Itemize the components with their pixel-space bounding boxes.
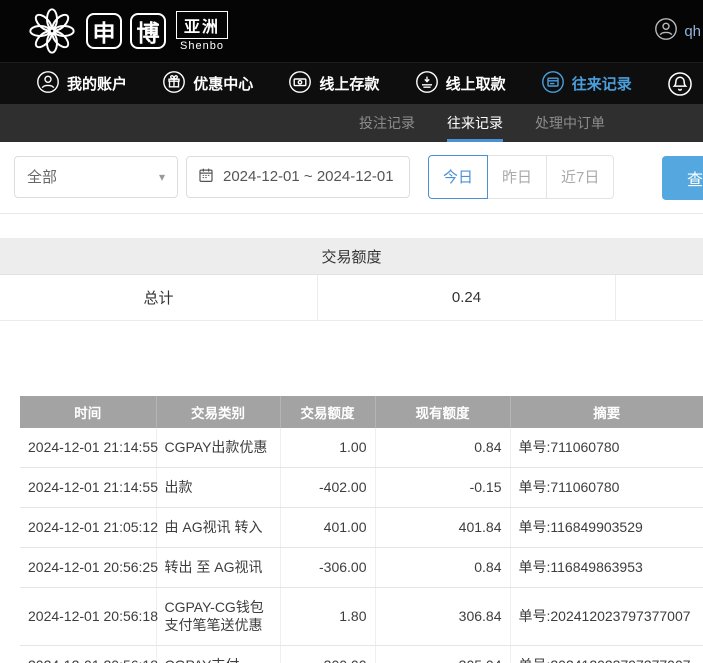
nav-item-my-account[interactable]: 我的账户 [36, 70, 127, 98]
search-button[interactable]: 查询 [662, 156, 703, 200]
summary-total-value: 0.24 [318, 275, 616, 320]
cell-summary: 单号:116849863953 [510, 547, 703, 587]
quick-date-group: 今日 昨日 近7日 [428, 155, 614, 199]
user-area: qh [654, 17, 701, 46]
yesterday-button[interactable]: 昨日 [487, 155, 547, 199]
username[interactable]: qh [684, 23, 701, 40]
nav-item-withdraw[interactable]: 线上取款 [415, 70, 506, 98]
nav-item-transaction-records[interactable]: 往来记录 [541, 70, 632, 98]
cell-summary: 单号:116849903529 [510, 507, 703, 547]
nav-item-deposit[interactable]: 线上存款 [288, 70, 379, 98]
brand-char-bo: 博 [130, 13, 166, 49]
cell-time: 2024-12-01 20:56:18 [20, 646, 156, 663]
table-row: 2024-12-01 20:56:25 转出 至 AG视讯 -306.00 0.… [20, 547, 703, 587]
header-time: 时间 [20, 396, 156, 428]
header-summary: 摘要 [510, 396, 703, 428]
summary-empty-cell [616, 275, 703, 320]
table-row: 2024-12-01 20:56:18 CGPAY-CG钱包支付笔笔送优惠 1.… [20, 587, 703, 646]
promo-icon [162, 70, 186, 98]
cell-type: CGPAY出款优惠 [156, 428, 280, 467]
table-row: 2024-12-01 21:14:55 CGPAY出款优惠 1.00 0.84 … [20, 428, 703, 467]
top-header: 申 博 亚洲 Shenbo qh [0, 0, 703, 62]
cell-type: 出款 [156, 467, 280, 507]
cell-time: 2024-12-01 20:56:18 [20, 587, 156, 646]
cell-summary: 单号:711060780 [510, 428, 703, 467]
table-header-row: 时间 交易类别 交易额度 现有额度 摘要 [20, 396, 703, 428]
tab-processing-orders[interactable]: 处理中订单 [535, 104, 605, 142]
last-7-days-button[interactable]: 近7日 [546, 155, 614, 199]
cell-type: 由 AG视讯 转入 [156, 507, 280, 547]
cell-time: 2024-12-01 21:14:55 [20, 467, 156, 507]
nav-item-label: 我的账户 [67, 73, 127, 94]
nav-item-promo-center[interactable]: 优惠中心 [162, 70, 253, 98]
brand-char-shen: 申 [86, 13, 122, 49]
today-button[interactable]: 今日 [428, 155, 488, 199]
records-subnav: 投注记录 往来记录 处理中订单 [0, 104, 703, 142]
cell-amount: -306.00 [280, 547, 375, 587]
records-icon [541, 70, 565, 98]
table-row: 2024-12-01 20:56:18 CGPAY支付 300.00 305.0… [20, 646, 703, 663]
summary-table: 交易额度 总计 0.24 [0, 238, 703, 321]
cell-type: 转出 至 AG视讯 [156, 547, 280, 587]
main-nav: 我的账户 优惠中心 线上存款 [0, 62, 703, 104]
transactions-table: 时间 交易类别 交易额度 现有额度 摘要 2024-12-01 21:14:55… [20, 396, 703, 663]
nav-item-label: 线上取款 [446, 73, 506, 94]
cell-time: 2024-12-01 21:14:55 [20, 428, 156, 467]
cell-summary: 单号:202412023797377007 [510, 587, 703, 646]
cell-amount: -402.00 [280, 467, 375, 507]
type-select[interactable]: 全部 ▾ [14, 156, 178, 198]
cell-amount: 1.00 [280, 428, 375, 467]
header-type: 交易类别 [156, 396, 280, 428]
tab-label: 投注记录 [359, 113, 415, 133]
cell-balance: 0.84 [375, 547, 510, 587]
cell-balance: 306.84 [375, 587, 510, 646]
cell-type: CGPAY-CG钱包支付笔笔送优惠 [156, 587, 280, 646]
table-row: 2024-12-01 21:05:12 由 AG视讯 转入 401.00 401… [20, 507, 703, 547]
date-range-input[interactable]: 2024-12-01 ~ 2024-12-01 [186, 156, 410, 198]
page: 申 博 亚洲 Shenbo qh [0, 0, 703, 663]
cell-balance: 0.84 [375, 428, 510, 467]
tab-label: 往来记录 [447, 113, 503, 133]
cell-amount: 1.80 [280, 587, 375, 646]
deposit-icon [288, 70, 312, 98]
type-select-value: 全部 [27, 166, 57, 187]
filter-bar: 全部 ▾ 2024-12-01 ~ 2024-12-01 今日 昨日 近7日 查… [0, 142, 703, 214]
cell-balance: -0.15 [375, 467, 510, 507]
cell-summary: 单号:711060780 [510, 467, 703, 507]
date-range-value: 2024-12-01 ~ 2024-12-01 [223, 168, 394, 185]
nav-item-label: 优惠中心 [193, 73, 253, 94]
user-avatar-icon[interactable] [654, 17, 678, 46]
lotus-logo-icon [26, 5, 78, 57]
summary-header: 交易额度 [0, 238, 703, 275]
cell-time: 2024-12-01 20:56:25 [20, 547, 156, 587]
header-balance: 现有额度 [375, 396, 510, 428]
brand-subtitle: Shenbo [180, 40, 224, 52]
cell-balance: 401.84 [375, 507, 510, 547]
cell-time: 2024-12-01 21:05:12 [20, 507, 156, 547]
cell-type: CGPAY支付 [156, 646, 280, 663]
calendar-icon [197, 166, 215, 188]
cell-balance: 305.04 [375, 646, 510, 663]
table-row: 2024-12-01 21:14:55 出款 -402.00 -0.15 单号:… [20, 467, 703, 507]
summary-total-label: 总计 [0, 275, 318, 320]
cell-summary: 单号:202412023797377007 [510, 646, 703, 663]
summary-total-row: 总计 0.24 [0, 275, 703, 321]
nav-item-label: 往来记录 [572, 73, 632, 94]
account-icon [36, 70, 60, 98]
withdraw-icon [415, 70, 439, 98]
nav-item-label: 线上存款 [319, 73, 379, 94]
cell-amount: 401.00 [280, 507, 375, 547]
cell-amount: 300.00 [280, 646, 375, 663]
chevron-down-icon: ▾ [159, 170, 165, 184]
tab-label: 处理中订单 [535, 113, 605, 133]
brand-logo[interactable]: 申 博 亚洲 Shenbo [26, 5, 228, 57]
brand-region: 亚洲 [176, 11, 228, 39]
tab-betting-records[interactable]: 投注记录 [359, 104, 415, 142]
notification-bell-icon[interactable] [667, 71, 693, 97]
header-amount: 交易额度 [280, 396, 375, 428]
tab-transaction-records[interactable]: 往来记录 [447, 104, 503, 142]
